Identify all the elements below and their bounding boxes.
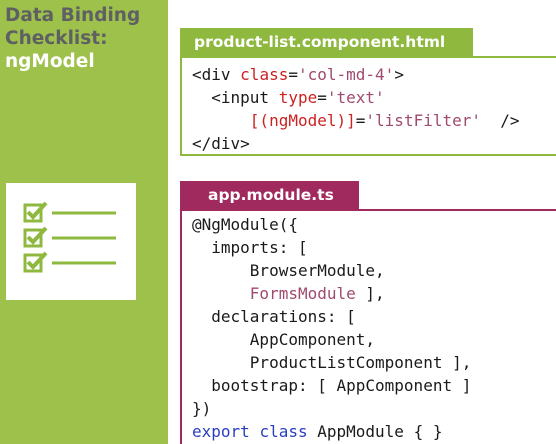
code-line: [(ngModel)]='listFilter' /> — [249, 111, 520, 130]
code-line: }) — [192, 399, 212, 418]
code-line: declarations: [ — [192, 307, 356, 326]
tab-product-list-component[interactable]: product-list.component.html — [180, 28, 473, 56]
title-line-1: Data Binding — [5, 5, 141, 26]
code-line: <input type='text' — [192, 88, 385, 107]
code-line: export class AppModule { } — [192, 422, 443, 441]
code-line: <div class='col-md-4'> — [192, 65, 404, 84]
code-line: @NgModule({ — [192, 215, 298, 234]
tab-app-module[interactable]: app.module.ts — [180, 181, 359, 209]
code-line: BrowserModule, — [192, 261, 385, 280]
code-line: AppComponent, — [192, 330, 376, 349]
checklist-icon — [6, 183, 136, 300]
code-line: imports: [ — [192, 238, 308, 257]
code-block-module: @NgModule({ imports: [ BrowserModule, Fo… — [180, 209, 556, 444]
highlight-forms-module: FormsModule — [249, 284, 356, 303]
title-line-3: ngModel — [5, 51, 95, 72]
code-line: FormsModule ], — [249, 284, 385, 303]
sidebar-panel: Data Binding Checklist: ngModel — [0, 0, 168, 444]
code-block-template: <div class='col-md-4'> <input type='text… — [180, 56, 556, 156]
slide-title: Data Binding Checklist: ngModel — [5, 4, 165, 73]
code-line: bootstrap: [ AppComponent ] — [192, 376, 472, 395]
title-line-2: Checklist: — [5, 28, 108, 49]
code-line: ProductListComponent ], — [192, 353, 472, 372]
code-line: </div> — [192, 134, 250, 153]
